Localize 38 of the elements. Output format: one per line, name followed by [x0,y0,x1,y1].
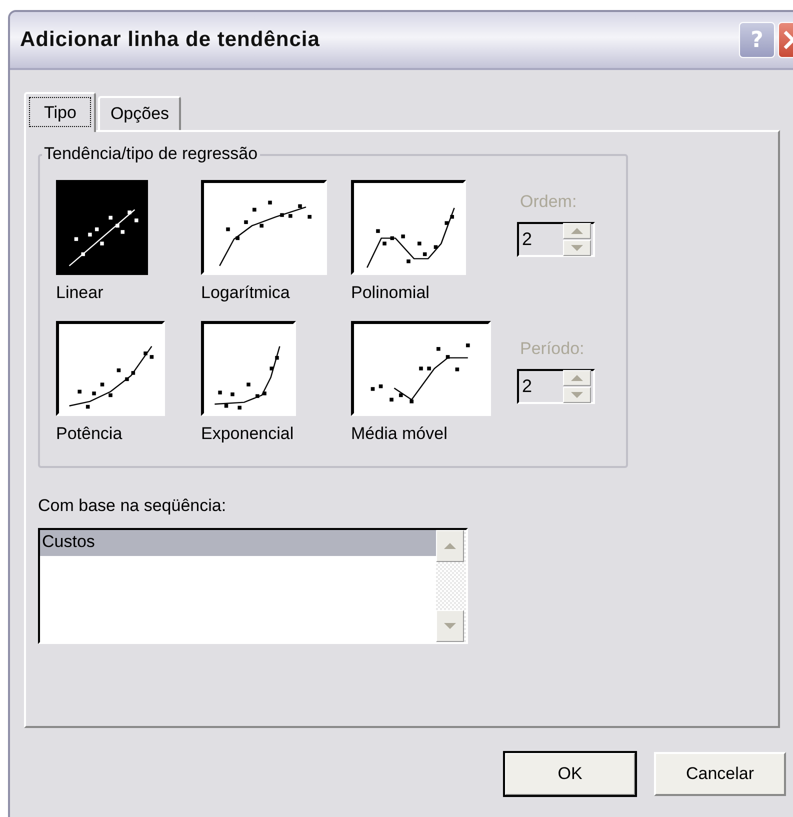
tab[interactable]: Opções [98,96,182,130]
series-list[interactable]: Custos [38,528,468,644]
trend-type-label: Polinomial [351,283,430,303]
up-arrow-icon [571,375,583,381]
down-arrow-icon [571,392,583,398]
spinner-label: Ordem: [520,192,577,212]
trend-type-option[interactable] [201,180,327,275]
spin-down-button[interactable] [563,387,591,403]
list-item[interactable]: Custos [40,530,436,556]
group-title: Tendência/tipo de regressão [42,144,260,164]
scroll-down-button[interactable] [436,610,464,642]
trend-type-label: Logarítmica [201,283,290,303]
window-title: Adicionar linha de tendência [20,28,320,52]
trend-type-option[interactable] [351,180,466,275]
trend-type-option[interactable] [201,321,296,416]
dialog-button[interactable]: OK [504,752,636,796]
trend-type-label: Exponencial [201,424,294,444]
spinner-value: 2 [521,376,532,397]
spinner-value: 2 [521,229,532,250]
series-label: Com base na seqüência: [38,496,228,516]
tab[interactable]: Tipo [24,92,96,132]
up-arrow-icon [571,228,583,234]
dialog-button[interactable]: Cancelar [654,752,786,796]
trend-type-option[interactable] [351,321,491,416]
scroll-up-button[interactable] [436,530,464,562]
trend-type-label: Média móvel [351,424,448,444]
trend-type-label: Linear [56,283,104,303]
trend-type-option[interactable] [56,321,165,416]
up-arrow-icon [444,543,456,549]
down-arrow-icon [571,245,583,251]
trend-type-option[interactable] [56,180,148,275]
spin-up-button[interactable] [563,370,591,386]
spin-up-button[interactable] [563,223,591,239]
trend-type-label: Potência [56,424,122,444]
spinner-label: Período: [520,339,584,359]
spin-down-button[interactable] [563,240,591,256]
scrollbar[interactable] [436,530,466,642]
down-arrow-icon [444,623,456,629]
